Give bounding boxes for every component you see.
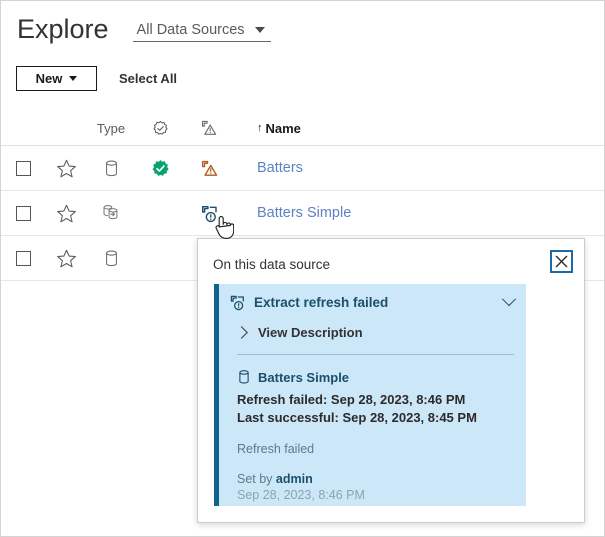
data-source-link[interactable]: Batters [257,160,303,176]
refresh-failed-text: Refresh failed: Sep 28, 2023, 8:46 PM [237,392,526,407]
chevron-right-icon [235,326,248,339]
certified-badge-icon [151,159,170,178]
data-quality-popover: On this data source Extract refresh fail… [197,238,585,523]
column-header-data-quality[interactable] [185,119,233,137]
set-by-prefix: Set by [237,472,276,486]
alert-heading: Extract refresh failed [254,295,504,310]
extract-refresh-failed-icon [229,294,246,311]
certification-badge-icon [152,120,169,137]
row-checkbox[interactable] [16,161,31,176]
alert-data-source: Batters Simple [237,369,526,385]
last-successful-text: Last successful: Sep 28, 2023, 8:45 PM [237,410,526,425]
view-description-label: View Description [258,325,363,340]
row-certification-cell [135,159,185,178]
data-source-link[interactable]: Batters Simple [257,205,351,221]
alert-data-source-name: Batters Simple [258,370,349,385]
toolbar: New Select All [1,61,605,95]
row-type-cell [87,203,135,223]
column-header-certification[interactable] [135,120,185,137]
row-checkbox[interactable] [16,206,31,221]
new-button-label: New [36,71,63,86]
database-icon [103,249,120,268]
set-by-user: admin [276,472,313,486]
row-name-cell: Batters [233,160,605,176]
data-quality-warning-icon [200,119,218,137]
view-description-toggle[interactable]: View Description [237,320,526,344]
database-icon [103,159,120,178]
extract-database-icon [101,203,121,223]
row-checkbox-cell [1,206,45,221]
divider [237,354,514,355]
alert-set-date: Sep 28, 2023, 8:46 PM [237,488,526,502]
data-source-filter-label: All Data Sources [137,22,245,38]
explore-page: Explore All Data Sources New Select All … [0,0,605,537]
star-outline-icon[interactable] [56,158,77,179]
table-header-row: Type ↑ Name [1,111,605,146]
table-row[interactable]: Batters [1,146,605,191]
table-row[interactable]: Batters Simple [1,191,605,236]
star-outline-icon[interactable] [56,203,77,224]
row-data-quality-cell[interactable] [185,159,233,178]
row-type-cell [87,249,135,268]
database-icon [237,369,251,385]
alert-panel: Extract refresh failed View Description … [214,284,526,506]
chevron-down-icon[interactable] [502,292,516,306]
row-name-cell: Batters Simple [233,205,605,221]
row-checkbox-cell [1,251,45,266]
data-source-filter-dropdown[interactable]: All Data Sources [133,22,271,42]
alert-status-note: Refresh failed [237,442,526,456]
data-quality-warning-icon [200,159,219,178]
alert-header[interactable]: Extract refresh failed [219,289,526,315]
close-icon [555,255,568,268]
row-favorite-cell [45,158,87,179]
page-title: Explore [17,14,109,44]
row-type-cell [87,159,135,178]
row-favorite-cell [45,203,87,224]
new-button[interactable]: New [16,66,97,91]
close-button[interactable] [550,250,573,273]
chevron-down-icon [255,27,265,33]
row-favorite-cell [45,248,87,269]
page-header: Explore All Data Sources [1,1,605,57]
row-data-quality-cell[interactable] [185,204,233,223]
extract-refresh-failed-icon [200,204,219,223]
chevron-down-icon [69,76,77,81]
select-all-button[interactable]: Select All [119,71,177,86]
star-outline-icon[interactable] [56,248,77,269]
alert-set-by: Set by admin [237,472,526,486]
column-header-type-label: Type [97,121,125,136]
sort-ascending-icon: ↑ [257,123,263,134]
column-header-name-label: Name [266,121,301,136]
row-checkbox[interactable] [16,251,31,266]
popover-title: On this data source [213,257,330,272]
column-header-type[interactable]: Type [87,121,135,136]
row-checkbox-cell [1,161,45,176]
column-header-name[interactable]: ↑ Name [233,121,605,136]
